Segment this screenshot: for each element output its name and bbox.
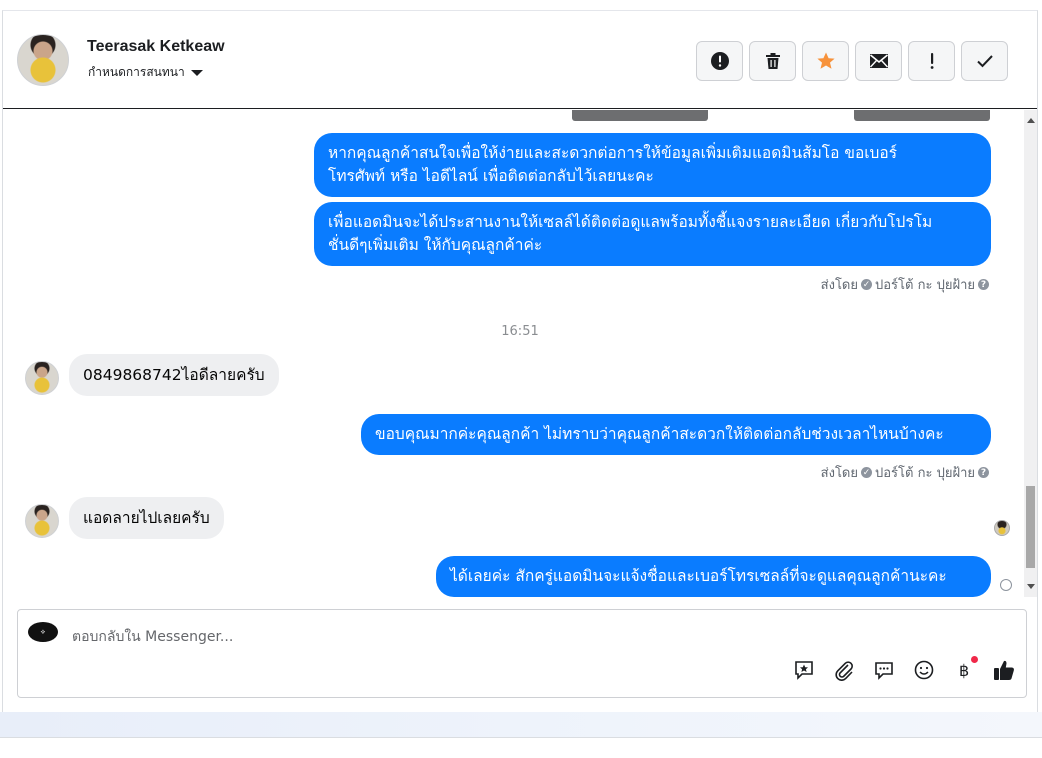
star-icon: [816, 52, 835, 69]
reply-input[interactable]: ตอบกลับใน Messenger...: [72, 626, 233, 648]
reply-composer[interactable]: ⟡ ตอบกลับใน Messenger... ฿: [17, 609, 1027, 698]
message-text: ได้เลยค่ะ สักครู่แอดมินจะแจ้งชื่อและเบอร…: [450, 567, 947, 585]
scroll-down-arrow-icon[interactable]: [1027, 584, 1035, 589]
page-background-strip: [0, 712, 1042, 738]
svg-text:฿: ฿: [959, 661, 969, 680]
incoming-message[interactable]: แอดลายไปเลยครับ: [69, 497, 224, 539]
trash-icon: [765, 53, 780, 69]
scroll-up-arrow-icon[interactable]: [1027, 118, 1035, 123]
message-text: 0849868742ไอดีลายครับ: [83, 366, 265, 384]
mark-unread-button[interactable]: [855, 41, 902, 81]
conversation-schedule-dropdown[interactable]: กำหนดการสนทนา: [88, 63, 203, 82]
seen-avatar: [994, 520, 1010, 536]
message-text: แอดลายไปเลยครับ: [83, 509, 210, 527]
chat-scrollbar[interactable]: [1024, 110, 1037, 597]
emoji-button[interactable]: [912, 658, 936, 682]
incoming-message[interactable]: 0849868742ไอดีลายครับ: [69, 354, 279, 396]
like-button[interactable]: [992, 658, 1016, 682]
messenger-panel: Teerasak Ketkeaw กำหนดการสนทนา หากคุณลูก…: [2, 10, 1038, 712]
outgoing-message[interactable]: เพื่อแอดมินจะได้ประสานงานให้เซลล์ได้ติดต…: [314, 202, 991, 266]
alert-circle-icon: [710, 52, 729, 70]
message-list[interactable]: หากคุณลูกค้าสนใจเพื่อให้ง่ายและสะดวกต่อก…: [3, 110, 1037, 597]
saved-reply-button[interactable]: [792, 658, 816, 682]
help-icon[interactable]: ?: [978, 467, 989, 478]
star-button[interactable]: [802, 41, 849, 81]
scrollbar-thumb[interactable]: [1026, 486, 1035, 568]
composer-toolbar: ฿: [792, 656, 1016, 682]
sent-by-label: ส่งโดย ✓ ปอร์โต้ กะ ปุยฝ้าย ?: [821, 462, 989, 483]
image-attachment[interactable]: [572, 110, 708, 121]
emoji-icon: [914, 660, 934, 680]
conversation-header: Teerasak Ketkeaw กำหนดการสนทนา: [3, 11, 1037, 109]
check-icon: [976, 55, 993, 68]
contact-avatar-small[interactable]: [25, 504, 59, 538]
sent-status-icon: [1000, 579, 1012, 591]
done-button[interactable]: [961, 41, 1008, 81]
message-text: หากคุณลูกค้าสนใจเพื่อให้ง่ายและสะดวกต่อก…: [328, 144, 898, 185]
spam-button[interactable]: [908, 41, 955, 81]
thumbs-up-icon: [994, 660, 1014, 680]
delete-button[interactable]: [749, 41, 796, 81]
help-icon[interactable]: ?: [978, 279, 989, 290]
comment-icon: [875, 662, 893, 680]
header-actions: [696, 41, 1008, 81]
message-timestamp: 16:51: [501, 324, 539, 339]
outgoing-message[interactable]: ได้เลยค่ะ สักครู่แอดมินจะแจ้งชื่อและเบอร…: [436, 556, 991, 597]
sender-name: ปอร์โต้ กะ ปุยฝ้าย: [875, 278, 975, 293]
sent-by-prefix: ส่งโดย: [820, 278, 858, 293]
comment-button[interactable]: [872, 658, 896, 682]
conversation-schedule-label: กำหนดการสนทนา: [88, 65, 185, 79]
caret-down-icon: [190, 69, 203, 76]
message-text: เพื่อแอดมินจะได้ประสานงานให้เซลล์ได้ติดต…: [328, 213, 933, 254]
notification-dot: [971, 656, 978, 663]
page-logo: ⟡: [28, 622, 58, 642]
contact-name[interactable]: Teerasak Ketkeaw: [87, 38, 225, 56]
verified-icon: ✓: [861, 467, 872, 478]
contact-avatar[interactable]: [17, 34, 69, 86]
sent-by-label: ส่งโดย ✓ ปอร์โต้ กะ ปุยฝ้าย ?: [821, 274, 989, 295]
divider: [0, 737, 1042, 738]
contact-avatar-small[interactable]: [25, 361, 59, 395]
envelope-icon: [869, 54, 888, 68]
outgoing-message[interactable]: ขอบคุณมากค่ะคุณลูกค้า ไม่ทราบว่าคุณลูกค้…: [361, 414, 991, 455]
payment-button[interactable]: ฿: [952, 656, 978, 682]
sender-name: ปอร์โต้ กะ ปุยฝ้าย: [875, 466, 975, 481]
outgoing-message[interactable]: หากคุณลูกค้าสนใจเพื่อให้ง่ายและสะดวกต่อก…: [314, 133, 991, 197]
image-attachment[interactable]: [854, 110, 990, 121]
saved-reply-icon: [795, 661, 813, 680]
verified-icon: ✓: [861, 279, 872, 290]
attachment-icon: [835, 661, 853, 681]
sent-by-prefix: ส่งโดย: [820, 466, 858, 481]
exclamation-icon: [930, 53, 933, 69]
attach-button[interactable]: [832, 658, 856, 682]
message-text: ขอบคุณมากค่ะคุณลูกค้า ไม่ทราบว่าคุณลูกค้…: [375, 425, 944, 443]
report-button[interactable]: [696, 41, 743, 81]
